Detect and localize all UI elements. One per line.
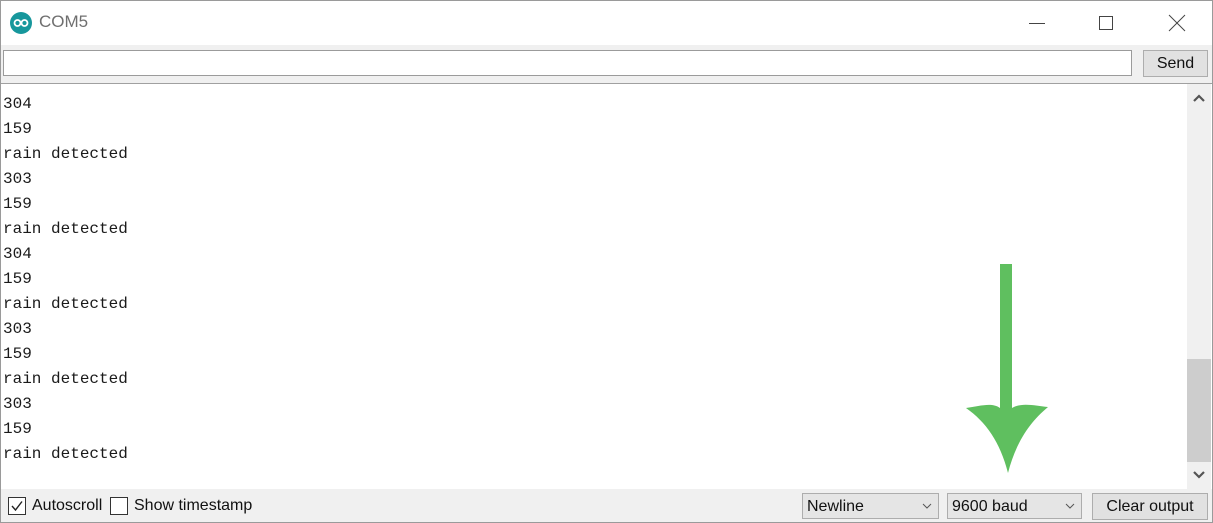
show-timestamp-label: Show timestamp <box>134 497 253 514</box>
output-line: rain detected <box>3 445 128 463</box>
output-line: 303 <box>3 395 32 413</box>
send-bar: Send <box>1 45 1212 82</box>
chevron-up-icon <box>1193 94 1205 102</box>
output-line: rain detected <box>3 220 128 238</box>
window-title: COM5 <box>39 12 89 31</box>
vertical-scrollbar[interactable] <box>1187 84 1211 489</box>
minimize-button[interactable] <box>1014 1 1060 45</box>
output-line: 159 <box>3 195 32 213</box>
output-line: 159 <box>3 120 32 138</box>
output-line: 159 <box>3 270 32 288</box>
close-button[interactable] <box>1154 1 1200 45</box>
output-line: 159 <box>3 345 32 363</box>
baud-rate-select[interactable]: 9600 baud <box>947 493 1082 519</box>
scroll-down-button[interactable] <box>1187 464 1211 486</box>
serial-output-area[interactable]: 304 159 rain detected 303 159 rain detec… <box>1 83 1212 490</box>
show-timestamp-checkbox[interactable] <box>110 497 128 515</box>
output-line: rain detected <box>3 145 128 163</box>
chevron-down-icon <box>922 503 932 509</box>
chevron-down-icon <box>1065 503 1075 509</box>
title-bar: COM5 <box>1 1 1212 45</box>
scrollbar-thumb[interactable] <box>1187 359 1211 462</box>
scroll-up-button[interactable] <box>1187 87 1211 109</box>
output-line: 304 <box>3 95 32 113</box>
maximize-icon <box>1099 16 1113 30</box>
output-line: rain detected <box>3 370 128 388</box>
output-line: rain detected <box>3 295 128 313</box>
output-line: 304 <box>3 245 32 263</box>
arduino-infinity-icon <box>10 12 32 34</box>
serial-send-input[interactable] <box>3 50 1132 76</box>
serial-monitor-window: COM5 Send 304 159 rain detected 303 159 … <box>0 0 1213 523</box>
maximize-button[interactable] <box>1083 1 1129 45</box>
send-button[interactable]: Send <box>1143 50 1208 77</box>
line-ending-select[interactable]: Newline <box>802 493 939 519</box>
output-line: 303 <box>3 320 32 338</box>
line-ending-value: Newline <box>807 498 864 515</box>
output-lines: 304 159 rain detected 303 159 rain detec… <box>3 92 128 467</box>
bottom-toolbar: Autoscroll Show timestamp Newline 9600 b… <box>1 489 1212 522</box>
baud-rate-value: 9600 baud <box>952 498 1028 515</box>
autoscroll-checkbox[interactable] <box>8 497 26 515</box>
minimize-icon <box>1029 23 1045 24</box>
output-line: 303 <box>3 170 32 188</box>
chevron-down-icon <box>1193 471 1205 479</box>
output-line: 159 <box>3 420 32 438</box>
clear-output-button[interactable]: Clear output <box>1092 493 1208 520</box>
checkmark-icon <box>11 501 23 512</box>
autoscroll-label: Autoscroll <box>32 497 103 514</box>
close-icon <box>1168 14 1186 32</box>
